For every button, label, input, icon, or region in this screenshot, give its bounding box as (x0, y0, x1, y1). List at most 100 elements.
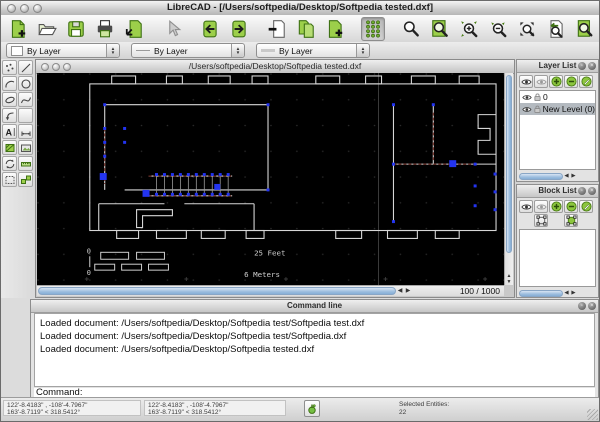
scroll-left-arrow[interactable]: ◀ (563, 290, 570, 296)
edit-pencil-icon (580, 201, 592, 212)
save-button[interactable] (64, 17, 88, 41)
pointer-button[interactable] (160, 17, 184, 41)
vertical-scrollbar[interactable]: ▲ ▼ (504, 73, 513, 285)
scale-zero-top: 0 (87, 247, 91, 255)
create-block-button[interactable] (564, 214, 578, 227)
doc-minimize-button[interactable] (52, 62, 60, 71)
layer-list-scrollbar[interactable]: ◀ ▶ (519, 171, 596, 181)
horizontal-scrollbar[interactable]: ◀ ▶ 100 / 1000 (37, 285, 504, 296)
zoom-page-button[interactable] (573, 17, 597, 41)
block-list-scrollbar[interactable]: ◀ ▶ (519, 288, 596, 298)
resize-grip-icon[interactable] (587, 409, 598, 420)
minimize-window-button[interactable] (20, 3, 29, 13)
tool-text-button[interactable]: A (2, 124, 17, 139)
drawing-canvas[interactable]: 0 0 25 Feet 6 Meters (37, 73, 504, 285)
doc-zoom-button[interactable] (63, 62, 71, 71)
tool-hatch-button[interactable] (2, 140, 17, 155)
tool-block-button[interactable] (18, 172, 33, 187)
tool-modify-button[interactable] (2, 156, 17, 171)
command-panel-float-button[interactable]: ◦ (578, 301, 586, 310)
tool-arc-button[interactable] (2, 76, 17, 91)
zoom-button[interactable] (399, 17, 423, 41)
tool-spline-button[interactable] (18, 92, 33, 107)
block-scrollbar-thumb[interactable] (519, 289, 563, 297)
show-all-layers-button[interactable] (519, 75, 533, 88)
print-preview-button[interactable] (122, 17, 146, 41)
block-panel-close-button[interactable]: × (588, 186, 596, 195)
line-width-select[interactable]: By Layer ▲ ▼ (256, 43, 370, 58)
layer-visible-icon[interactable] (522, 94, 532, 101)
copy-button[interactable] (294, 17, 318, 41)
scroll-right-arrow[interactable]: ▶ (570, 173, 577, 179)
block-panel-float-button[interactable]: ◦ (578, 186, 586, 195)
doc-close-button[interactable] (41, 62, 49, 71)
layer-panel-float-button[interactable]: ◦ (578, 61, 586, 70)
tool-ellipse-button[interactable] (2, 92, 17, 107)
remove-block-button[interactable] (564, 200, 578, 213)
add-layer-button[interactable] (549, 75, 563, 88)
tool-select-button[interactable] (2, 172, 17, 187)
new-file-button[interactable] (6, 17, 30, 41)
scroll-right-arrow[interactable]: ▶ (570, 290, 577, 296)
zoom-window-tool-button[interactable] (428, 17, 452, 41)
polyline-icon (5, 111, 14, 120)
vertical-scrollbar-thumb[interactable] (506, 75, 512, 253)
close-window-button[interactable] (7, 3, 16, 13)
remove-icon (565, 201, 577, 212)
snap-grid-button[interactable] (361, 16, 385, 41)
tool-image-button[interactable] (18, 140, 33, 155)
edit-layer-button[interactable] (579, 75, 593, 88)
scroll-left-arrow[interactable]: ◀ (563, 173, 570, 179)
block-list[interactable] (519, 229, 596, 287)
layer-row-selected[interactable]: New Level (0) (520, 103, 595, 115)
layer-panel-close-button[interactable]: × (588, 61, 596, 70)
show-all-blocks-button[interactable] (519, 200, 533, 213)
stepper-icon[interactable]: ▲ ▼ (106, 44, 119, 57)
zoom-in-button[interactable] (457, 17, 481, 41)
layer-row[interactable]: 0 (520, 91, 595, 103)
scroll-left-arrow[interactable]: ◀ (396, 286, 404, 296)
tool-point-button[interactable] (2, 60, 17, 75)
remove-layer-button[interactable] (564, 75, 578, 88)
insert-block-button[interactable] (534, 214, 548, 227)
add-block-button[interactable] (549, 200, 563, 213)
horizontal-scrollbar-thumb[interactable] (38, 287, 396, 295)
tool-measure-button[interactable] (18, 156, 33, 171)
tool-line-button[interactable] (18, 60, 33, 75)
snap-mode-button[interactable] (304, 400, 320, 417)
vertical-scroll-arrows[interactable]: ▲ ▼ (505, 273, 513, 285)
tool-polyline-button[interactable] (2, 108, 17, 123)
absolute-coordinates-xy: 122'-8.4183" , -108'-4.7967" (7, 402, 88, 409)
paste-button[interactable] (323, 17, 347, 41)
layer-scrollbar-thumb[interactable] (519, 172, 563, 180)
open-file-button[interactable] (35, 17, 59, 41)
layer-lock-icon[interactable] (534, 93, 541, 101)
print-button[interactable] (93, 17, 117, 41)
command-history[interactable]: Loaded document: /Users/softpedia/Deskto… (34, 313, 595, 387)
hide-all-blocks-button[interactable] (534, 200, 548, 213)
stepper-icon[interactable]: ▲ ▼ (356, 44, 369, 57)
stepper-icon[interactable]: ▲ ▼ (231, 44, 244, 57)
tool-dimension-button[interactable] (18, 124, 33, 139)
layer-lock-icon[interactable] (534, 105, 541, 113)
undo-button[interactable] (198, 17, 222, 41)
eye-closed-icon (535, 203, 547, 210)
layer-visible-icon[interactable] (522, 106, 532, 113)
edit-block-button[interactable] (579, 200, 593, 213)
pen-color-select[interactable]: By Layer ▲ ▼ (6, 43, 120, 58)
tool-circle-button[interactable] (18, 76, 33, 91)
app-window: LibreCAD - [/Users/softpedia/Desktop/Sof… (0, 0, 600, 422)
zoom-out-button[interactable] (486, 17, 510, 41)
zoom-auto-button[interactable] (515, 17, 539, 41)
layer-name: New Level (0) (542, 104, 595, 114)
point-icon (5, 63, 13, 71)
line-type-select[interactable]: By Layer ▲ ▼ (131, 43, 245, 58)
scroll-right-arrow[interactable]: ▶ (404, 286, 412, 296)
cut-button[interactable] (265, 17, 289, 41)
command-panel-close-button[interactable]: × (588, 301, 596, 310)
hide-all-layers-button[interactable] (534, 75, 548, 88)
print-preview-icon (125, 19, 142, 38)
zoom-previous-button[interactable] (544, 17, 568, 41)
zoom-window-button[interactable] (33, 3, 42, 13)
redo-button[interactable] (227, 17, 251, 41)
